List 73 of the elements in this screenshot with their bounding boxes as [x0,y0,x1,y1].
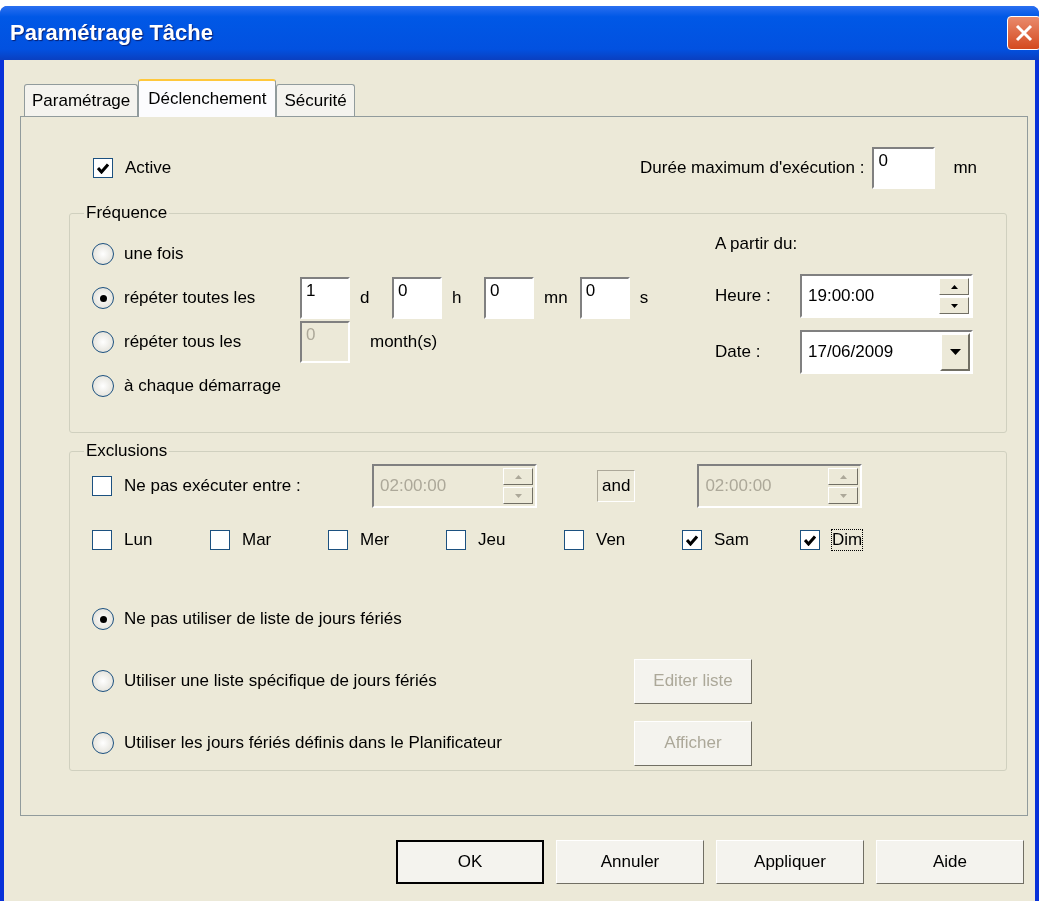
radio-button[interactable] [92,608,114,630]
duration-field[interactable]: 0 [872,147,936,189]
radio-label: répéter tous les [124,332,243,352]
checkbox[interactable] [92,530,112,550]
range-label: and [597,470,636,502]
radio-button[interactable] [92,287,114,309]
unit-label: mn [953,158,977,178]
unit-label: mn [544,288,568,308]
section-label: A partir du: [715,234,799,254]
dialog-button[interactable]: Annuler [556,840,704,884]
radio-button[interactable] [92,331,114,353]
close-icon [1015,24,1033,42]
checkbox-label: Ne pas exécuter entre : [124,476,302,496]
radio-button[interactable] [92,243,114,265]
checkbox-label: Dim [832,530,863,550]
radio-label: Utiliser une liste spécifique de jours fériés [124,671,438,691]
tab[interactable]: Sécurité [276,84,355,116]
spin-up-button[interactable] [939,278,969,295]
check-icon [97,162,109,174]
dialog-button[interactable]: Aide [876,840,1024,884]
check-icon [804,534,816,546]
radio-label: répéter toutes les [124,288,257,308]
up-arrow-icon [950,284,958,289]
dialog-button[interactable]: OK [396,840,544,884]
tab[interactable]: Paramétrage [24,84,139,116]
checkbox-label: Mar [242,530,272,550]
checkbox[interactable] [210,530,230,550]
up-arrow-icon [839,474,847,479]
spin-down-button[interactable] [939,297,969,314]
checkbox[interactable] [682,530,702,550]
unit-label: month(s) [370,332,438,352]
checkbox[interactable] [328,530,348,550]
number-field[interactable]: 0 [392,277,442,319]
checkbox-label: Mer [360,530,390,550]
caret-icon [949,349,961,355]
unit-label: s [639,288,650,308]
checkbox-label: Active [125,158,172,178]
field-label: Heure : [715,286,772,306]
checkbox[interactable] [93,158,113,178]
unit-label: h [452,288,463,308]
radio-label: à chaque démarrage [124,376,281,396]
checkbox[interactable] [564,530,584,550]
number-field[interactable]: 1 [300,277,350,319]
number-field[interactable]: 0 [484,277,534,319]
checkbox-label: Ven [596,530,626,550]
number-field[interactable]: 0 [579,277,630,319]
time-field[interactable]: 19:00:00 [800,274,973,318]
field-label: Date : [715,342,762,362]
date-field[interactable]: 17/06/2009 [800,330,973,374]
down-arrow-icon [950,303,958,308]
radio-label: une fois [124,244,184,264]
radio-label: Ne pas utiliser de liste de jours fériés [124,609,403,629]
up-arrow-icon [514,474,522,479]
group-title: Fréquence [84,203,170,223]
radio-button[interactable] [92,670,114,692]
dropdown-button[interactable] [940,333,970,371]
checkbox-label: Sam [714,530,749,550]
unit-label: d [360,288,371,308]
checkbox-label: Lun [124,530,153,550]
radio-button[interactable] [92,375,114,397]
close-button[interactable] [1007,16,1039,50]
down-arrow-icon [839,493,847,498]
window-title: Paramétrage Tâche [10,20,213,46]
checkbox-label: Jeu [478,530,506,550]
check-icon [686,534,698,546]
radio-label: Utiliser les jours fériés définis dans le Planificateur [124,733,503,753]
tab[interactable]: Déclenchement [138,79,277,117]
dialog-button[interactable]: Appliquer [716,840,864,884]
field-label: Durée maximum d'exécution : [640,158,865,178]
radio-button[interactable] [92,732,114,754]
down-arrow-icon [514,493,522,498]
checkbox[interactable] [446,530,466,550]
checkbox[interactable] [800,530,820,550]
